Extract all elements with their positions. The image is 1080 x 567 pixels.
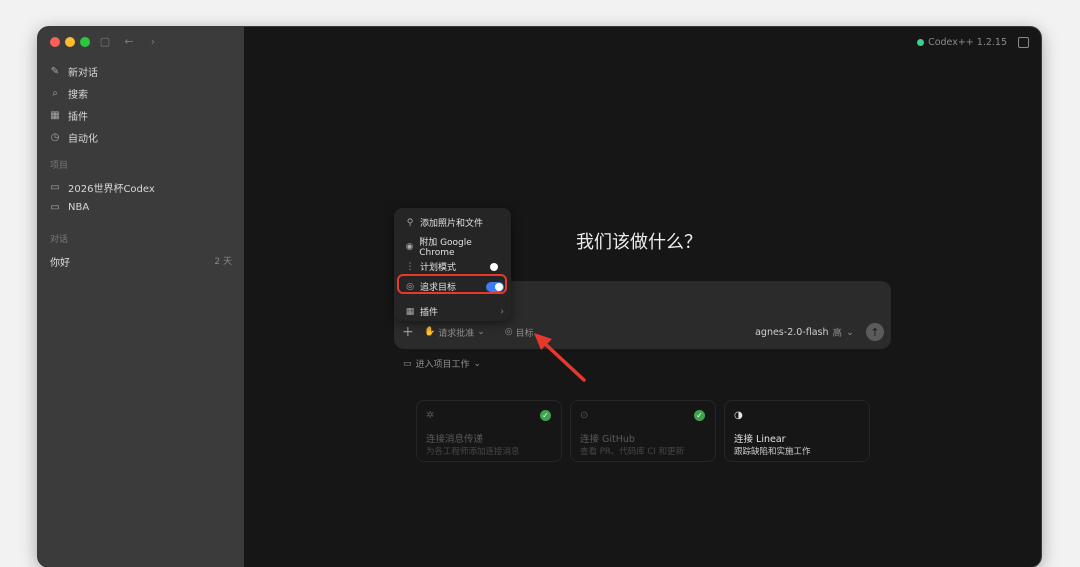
sidebar-item-automation[interactable]: ◷ 自动化 [48,126,234,148]
goal-chip[interactable]: ◎ 目标 [505,326,534,339]
chrome-icon: ◉ [405,241,414,252]
project-work-button[interactable]: ▭ 进入项目工作 ⌄ [403,357,482,371]
toolbar-icons: ▢ ← › [98,35,160,48]
card-description: 跟踪缺陷和实施工作 [734,447,811,457]
maximize-window-button[interactable] [80,37,90,47]
sidebar: ▢ ← › ✎ 新对话 ⌕ 搜索 ▦ 插件 ◷ 自动化 项目 ▭ 2026世界杯… [38,27,244,567]
sidebar-nav: ✎ 新对话 ⌕ 搜索 ▦ 插件 ◷ 自动化 [48,60,234,148]
status-dot-icon [917,39,925,46]
chevron-down-icon: ⌄ [846,326,854,338]
goal-label: 目标 [515,328,534,339]
minimize-window-button[interactable] [65,37,75,47]
version-indicator[interactable]: Codex++ 1.2.15 [917,37,1007,48]
add-icon[interactable]: + [402,324,420,340]
project-item[interactable]: ▭ NBA [48,202,89,213]
menu-item-attach-chrome[interactable]: ◉ 附加 Google Chrome [404,235,504,258]
card-connect-github[interactable]: ⊙ ✓ 连接 GitHub 查看 PR、代码库 CI 和更新 [570,400,716,462]
version-label: Codex++ 1.2.15 [928,37,1007,48]
menu-item-label: 计划模式 [420,263,457,273]
permission-label: 请求批准 [438,328,475,339]
sidebar-item-new-chat[interactable]: ✎ 新对话 [48,60,234,82]
check-icon: ✓ [694,410,705,421]
effort-label: 高 [832,328,843,339]
sparkle-icon: ✲ [426,410,435,421]
clock-icon: ◷ [50,131,60,143]
close-window-button[interactable] [50,37,60,47]
chevron-right-icon: › [500,306,504,317]
model-selector[interactable]: agnes-2.0-flash 高 ⌄ [755,325,854,340]
edit-icon: ✎ [50,65,60,77]
card-title: 连接消息传递 [426,434,484,445]
chat-title: 你好 [50,258,70,269]
menu-item-pursue-goal[interactable]: ◎ 追求目标 [404,280,504,293]
permission-dropdown[interactable]: ✋ 请求批准 ⌄ [424,326,485,339]
target-icon: ◎ [504,327,513,337]
card-description: 为各工程师添加连接消息 [426,447,520,457]
sidebar-item-label: 自动化 [68,133,98,145]
chat-item[interactable]: 你好 2 天 [50,254,232,269]
model-label: agnes-2.0-flash [755,326,829,338]
check-icon: ✓ [540,410,551,421]
menu-item-label: 附加 Google Chrome [419,238,472,258]
attach-menu: ⚲ 添加照片和文件 ◉ 附加 Google Chrome ⋮ 计划模式 ◎ 追求… [394,208,511,321]
composer-toolbar: + ✋ 请求批准 ⌄ ◎ 目标 agnes-2.0-flash 高 ⌄ ↑ [402,323,884,341]
linear-icon: ◑ [734,410,743,421]
menu-item-add-files[interactable]: ⚲ 添加照片和文件 [404,216,504,230]
menu-item-plugins[interactable]: ▦ 插件 › [404,305,504,319]
card-title: 连接 GitHub [580,434,635,445]
grid-icon: ▦ [405,306,415,317]
menu-item-label: 添加照片和文件 [420,219,484,229]
folder-icon: ▭ [50,182,60,193]
back-icon[interactable]: ← [122,35,136,48]
project-work-label: 进入项目工作 [415,360,470,370]
card-description: 查看 PR、代码库 CI 和更新 [580,447,685,457]
sidebar-item-label: 新对话 [68,67,98,79]
chat-timestamp: 2 天 [214,257,232,267]
card-title: 连接 Linear [734,434,786,445]
projects-section-label: 项目 [50,161,69,171]
chevron-down-icon: ⌄ [473,358,482,369]
pursue-goal-toggle[interactable] [486,281,504,292]
project-label: NBA [68,202,90,213]
card-connect-messaging[interactable]: ✲ ✓ 连接消息传递 为各工程师添加连接消息 [416,400,562,462]
chats-section-label: 对话 [50,235,69,245]
sidebar-toggle-icon[interactable]: ▢ [98,35,112,48]
plan-mode-toggle[interactable] [490,262,504,272]
folder-icon: ▭ [403,358,412,369]
sidebar-item-plugins[interactable]: ▦ 插件 [48,104,234,126]
sidebar-item-label: 插件 [68,111,88,123]
menu-item-label: 插件 [420,308,439,318]
app-window: ▢ ← › ✎ 新对话 ⌕ 搜索 ▦ 插件 ◷ 自动化 项目 ▭ 2026世界杯… [38,27,1041,567]
project-item[interactable]: ▭ 2026世界杯Codex [48,180,155,195]
window-controls [50,37,90,47]
sidebar-item-search[interactable]: ⌕ 搜索 [48,82,234,104]
project-label: 2026世界杯Codex [68,184,155,195]
search-icon: ⌕ [52,87,58,99]
send-button[interactable]: ↑ [866,323,884,341]
plan-icon: ⋮ [405,261,415,272]
page-title: 我们该做什么？ [576,232,702,253]
card-connect-linear[interactable]: ◑ 连接 Linear 跟踪缺陷和实施工作 [724,400,870,462]
sidebar-item-label: 搜索 [68,89,88,101]
chevron-down-icon: ⌄ [477,327,485,337]
menu-item-plan-mode[interactable]: ⋮ 计划模式 [404,260,504,273]
grid-icon: ▦ [50,109,60,121]
github-icon: ⊙ [580,410,589,421]
paperclip-icon: ⚲ [406,217,414,228]
folder-icon: ▭ [50,202,60,213]
panel-toggle-icon[interactable] [1018,37,1029,48]
menu-item-label: 追求目标 [420,283,457,293]
forward-icon[interactable]: › [146,35,160,48]
target-icon: ◎ [406,281,414,292]
hand-icon: ✋ [424,327,436,337]
suggestion-cards: ✲ ✓ 连接消息传递 为各工程师添加连接消息 ⊙ ✓ 连接 GitHub 查看 … [416,400,870,462]
